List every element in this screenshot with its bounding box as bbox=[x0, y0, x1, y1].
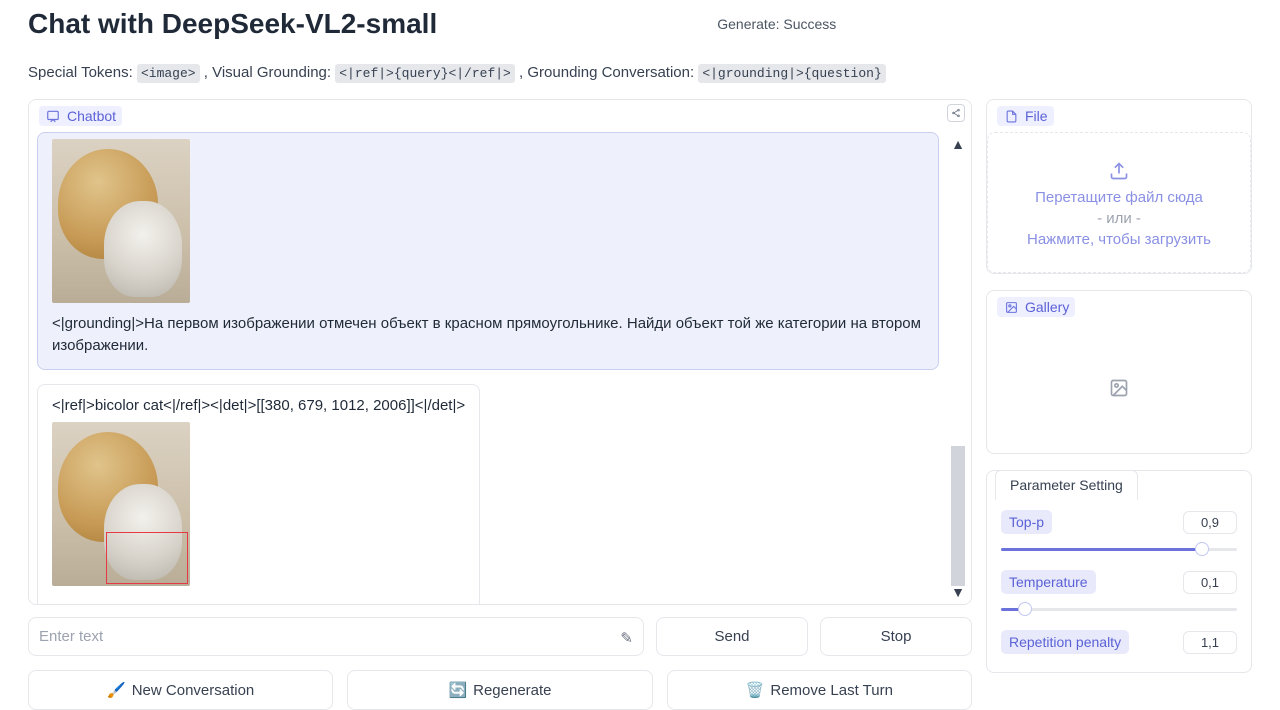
page-title: Chat with DeepSeek-VL2-small bbox=[28, 8, 437, 40]
dropzone-text: Перетащите файл сюда bbox=[998, 189, 1240, 206]
param-value[interactable]: 0,9 bbox=[1183, 511, 1237, 534]
send-button[interactable]: Send bbox=[656, 617, 808, 656]
scrollbar-thumb[interactable] bbox=[951, 446, 965, 586]
grounding-conv-label: , Grounding Conversation: bbox=[519, 64, 698, 81]
param-row-repetition-penalty: Repetition penalty 1,1 bbox=[1001, 630, 1237, 654]
image-token-code: <image> bbox=[137, 64, 200, 83]
brush-icon: 🖌️ bbox=[107, 681, 126, 699]
new-conversation-button[interactable]: 🖌️ New Conversation bbox=[28, 670, 333, 710]
param-label: Repetition penalty bbox=[1001, 630, 1129, 654]
param-label: Temperature bbox=[1001, 570, 1096, 594]
upload-icon bbox=[998, 161, 1240, 181]
refresh-icon: 🔄 bbox=[448, 681, 467, 699]
param-label: Top-p bbox=[1001, 510, 1052, 534]
remove-last-turn-button[interactable]: 🗑️ Remove Last Turn bbox=[667, 670, 972, 710]
special-tokens-label: Special Tokens: bbox=[28, 64, 137, 81]
chat-icon bbox=[45, 108, 61, 124]
chatbot-panel-label: Chatbot bbox=[67, 108, 116, 124]
special-tokens-line: Special Tokens: <image> , Visual Groundi… bbox=[28, 64, 1252, 81]
scrollbar-track[interactable] bbox=[951, 156, 965, 580]
visual-grounding-label: , Visual Grounding: bbox=[204, 64, 335, 81]
detection-box bbox=[106, 532, 188, 584]
param-row-top-p: Top-p 0,9 bbox=[1001, 510, 1237, 556]
user-message-text: <|grounding|>На первом изображении отмеч… bbox=[52, 313, 924, 357]
gallery-panel: Gallery bbox=[986, 290, 1252, 454]
regenerate-button[interactable]: 🔄 Regenerate bbox=[347, 670, 652, 710]
gallery-body[interactable] bbox=[987, 323, 1251, 453]
parameter-panel: Parameter Setting Top-p 0,9 Temperature 0,1… bbox=[986, 470, 1252, 673]
file-icon bbox=[1003, 108, 1019, 124]
gallery-panel-label: Gallery bbox=[1025, 299, 1069, 315]
param-value[interactable]: 1,1 bbox=[1183, 631, 1237, 654]
bot-image bbox=[52, 422, 190, 586]
chat-text-placeholder: Enter text bbox=[39, 628, 103, 645]
stop-button[interactable]: Stop bbox=[820, 617, 972, 656]
param-slider[interactable] bbox=[1001, 542, 1237, 556]
file-panel: File Перетащите файл сюда - или - Нажмит… bbox=[986, 99, 1252, 274]
edit-icon: ✎ bbox=[620, 629, 633, 647]
user-message: <|grounding|>На первом изображении отмеч… bbox=[37, 132, 939, 370]
param-value[interactable]: 0,1 bbox=[1183, 571, 1237, 594]
user-image bbox=[52, 139, 190, 303]
bot-message: <|ref|>bicolor cat<|/ref|><|det|>[[380, … bbox=[37, 384, 480, 605]
chat-scroll-area[interactable]: <|grounding|>На первом изображении отмеч… bbox=[29, 132, 945, 604]
scroll-up-button[interactable]: ▲ bbox=[951, 132, 965, 156]
parameter-tab[interactable]: Parameter Setting bbox=[995, 470, 1138, 500]
generate-status: Generate: Success bbox=[717, 16, 836, 32]
param-row-temperature: Temperature 0,1 bbox=[1001, 570, 1237, 616]
share-button[interactable] bbox=[947, 104, 965, 122]
trash-icon: 🗑️ bbox=[746, 681, 765, 699]
slider-handle[interactable] bbox=[1195, 542, 1209, 556]
gallery-icon bbox=[1003, 299, 1019, 315]
ref-token-code: <|ref|>{query}<|/ref|> bbox=[335, 64, 515, 83]
chat-text-input[interactable]: Enter text ✎ bbox=[28, 617, 644, 656]
dropzone-click: Нажмите, чтобы загрузить bbox=[998, 231, 1240, 248]
file-drop-zone[interactable]: Перетащите файл сюда - или - Нажмите, чт… bbox=[987, 132, 1251, 273]
bot-message-text: <|ref|>bicolor cat<|/ref|><|det|>[[380, … bbox=[52, 395, 465, 417]
slider-handle[interactable] bbox=[1018, 602, 1032, 616]
dropzone-or: - или - bbox=[998, 210, 1240, 227]
file-panel-label: File bbox=[1025, 108, 1048, 124]
param-slider[interactable] bbox=[1001, 602, 1237, 616]
chatbot-panel: Chatbot <|grounding|>На первом изображен… bbox=[28, 99, 972, 605]
grounding-token-code: <|grounding|>{question} bbox=[698, 64, 885, 83]
image-placeholder-icon bbox=[1109, 378, 1129, 398]
